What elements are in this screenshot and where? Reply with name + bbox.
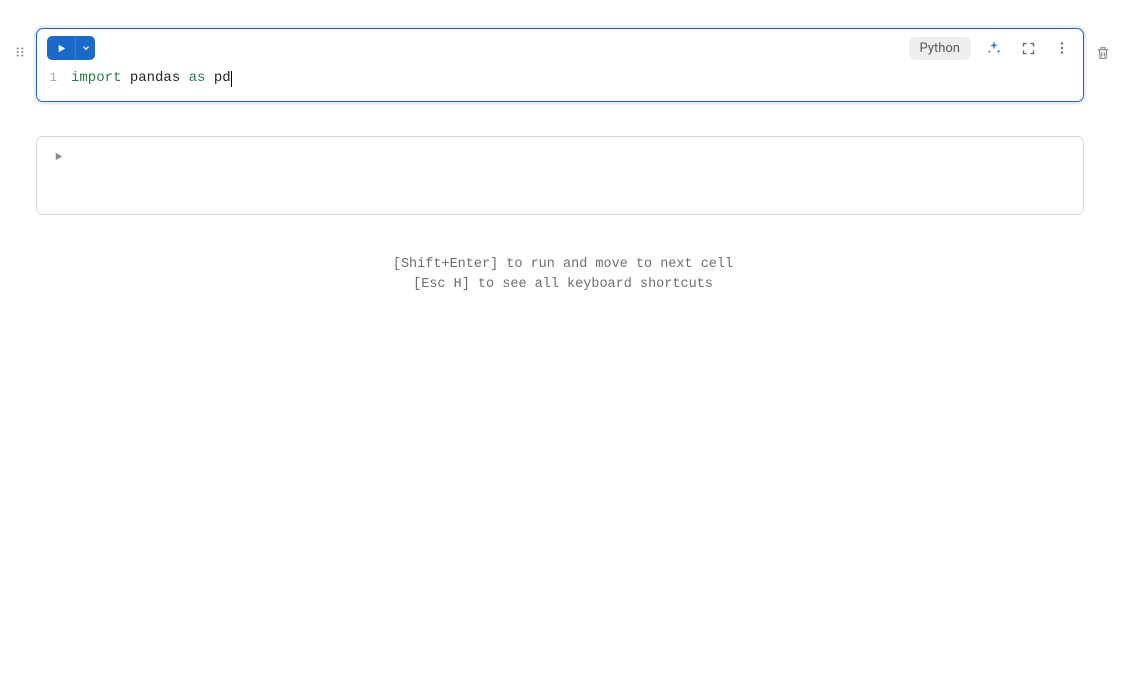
run-dropdown-button[interactable]	[75, 36, 95, 60]
delete-cell-button[interactable]	[1092, 42, 1114, 64]
fullscreen-icon	[1021, 41, 1036, 56]
kebab-menu-icon	[1054, 40, 1070, 56]
run-button-group	[47, 36, 95, 60]
code-editor[interactable]: 1 import pandas as pd	[49, 68, 1071, 89]
inactive-run-button[interactable]	[53, 147, 64, 166]
run-button[interactable]	[47, 36, 75, 60]
hint-line-2: [Esc H] to see all keyboard shortcuts	[10, 275, 1116, 295]
code-token-as: as	[189, 68, 206, 89]
ai-assist-button[interactable]	[983, 37, 1005, 59]
fullscreen-button[interactable]	[1017, 37, 1039, 59]
code-token-import: import	[71, 68, 121, 89]
hint-line-1: [Shift+Enter] to run and move to next ce…	[10, 255, 1116, 275]
code-cell-active[interactable]: Python	[36, 28, 1084, 102]
language-badge[interactable]: Python	[909, 37, 971, 60]
more-options-button[interactable]	[1051, 37, 1073, 59]
trash-icon	[1095, 45, 1111, 61]
code-line[interactable]: import pandas as pd	[71, 68, 232, 89]
toolbar-left	[47, 36, 95, 60]
keyboard-hints: [Shift+Enter] to run and move to next ce…	[10, 255, 1116, 296]
chevron-down-icon	[81, 43, 91, 53]
inactive-cell-toolbar	[37, 137, 1083, 176]
play-icon	[56, 43, 67, 54]
notebook-container: Python	[10, 28, 1116, 296]
cell-row-active: Python	[10, 28, 1116, 102]
drag-handle[interactable]	[10, 42, 30, 62]
delete-wrapper	[1090, 42, 1116, 64]
play-icon	[53, 151, 64, 162]
text-cursor	[231, 71, 232, 87]
sparkle-icon	[986, 40, 1002, 56]
toolbar-right: Python	[909, 37, 1073, 60]
cell-toolbar: Python	[37, 29, 1083, 66]
cell-content[interactable]: 1 import pandas as pd	[37, 66, 1083, 101]
code-token-module: pandas	[130, 68, 180, 89]
code-token-alias: pd	[214, 68, 231, 89]
cell-row-inactive	[10, 136, 1116, 215]
code-cell-inactive[interactable]	[36, 136, 1084, 215]
drag-handle-icon	[13, 45, 27, 59]
inactive-cell-content[interactable]	[37, 176, 1083, 214]
line-number: 1	[49, 68, 57, 89]
